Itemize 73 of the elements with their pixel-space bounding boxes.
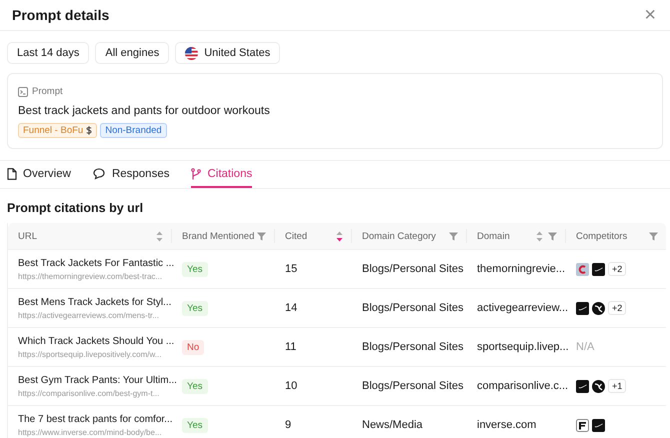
document-icon: [7, 168, 17, 180]
table-cell: comparisonlive.c...: [477, 380, 568, 392]
table-cell: activegearreview...: [477, 302, 568, 314]
status-pill: Yes: [182, 418, 208, 432]
column-header: Cited: [285, 230, 308, 242]
swoosh-icon: [592, 262, 605, 276]
table-cell: News/Media: [362, 419, 423, 431]
result-url: https://themorningreview.com/best-trac...: [18, 272, 162, 280]
table-cell: 11: [285, 341, 296, 353]
result-title[interactable]: The 7 best track pants for comfor...: [18, 414, 173, 424]
prompt-label: Prompt: [32, 86, 63, 97]
result-title[interactable]: Best Mens Track Jackets for Styl...: [18, 296, 172, 308]
filter-icon[interactable]: [649, 232, 658, 240]
cat-logo-icon: [592, 380, 605, 392]
status-pill: Yes: [182, 378, 208, 394]
table-cell: 15: [285, 263, 298, 275]
result-url: https://sportsequip.livepositively.com/w...: [18, 350, 162, 358]
swoosh-icon: [576, 302, 589, 314]
result-title[interactable]: Best Gym Track Pants: Your Ultim...: [18, 374, 177, 386]
count-badge: +2: [608, 301, 626, 315]
chat-icon: [92, 168, 106, 180]
table-cell: themorningrevie...: [477, 263, 566, 275]
column-header: Brand Mentioned: [182, 230, 254, 242]
table-cell: Blogs/Personal Sites: [362, 380, 464, 392]
result-url: https://comparisonlive.com/best-gym-t...: [18, 388, 160, 398]
filter-chip[interactable]: United States: [175, 42, 280, 64]
f-logo-icon: [576, 418, 589, 432]
count-badge: +2: [608, 262, 626, 276]
branch-icon: [191, 168, 202, 180]
table-cell: 9: [285, 419, 292, 431]
filter-chip[interactable]: All engines: [95, 42, 170, 64]
tab[interactable]: Overview: [7, 161, 71, 188]
count-badge: +1: [608, 379, 626, 393]
filter-chip[interactable]: Last 14 days: [7, 42, 90, 64]
filter-icon[interactable]: [257, 232, 266, 240]
table-cell: 14: [285, 302, 298, 314]
table-cell: Blogs/Personal Sites: [362, 302, 464, 314]
column-header: Domain: [477, 230, 510, 242]
status-pill: Yes: [182, 300, 208, 316]
column-header: URL: [18, 230, 38, 242]
swoosh-icon: [592, 418, 605, 432]
table-cell: Blogs/Personal Sites: [362, 341, 464, 353]
status-pill: No: [182, 340, 204, 354]
tab[interactable]: Responses: [92, 161, 170, 188]
table-cell: 10: [285, 380, 298, 392]
dollar-icon: [86, 126, 92, 135]
table-cell: inverse.com: [477, 419, 536, 431]
column-header: Domain Category: [362, 230, 436, 242]
column-header: Competitors: [576, 230, 628, 242]
tag: Non-Branded: [100, 123, 167, 138]
result-url: https://www.inverse.com/mind-body/be...: [18, 428, 162, 436]
result-title[interactable]: Which Track Jackets Should You ...: [18, 336, 174, 346]
swoosh-icon: [576, 380, 589, 392]
tab[interactable]: Citations: [191, 161, 252, 188]
tag: Funnel - BoFu: [18, 123, 98, 138]
sort-icon[interactable]: [536, 230, 543, 242]
prompt-text: Best track jackets and pants for outdoor workouts: [18, 105, 271, 117]
sort-icon[interactable]: [336, 230, 343, 242]
status-pill: Yes: [182, 262, 208, 276]
panel-title: Prompt details: [12, 7, 110, 23]
section-title: Prompt citations by url: [6, 200, 144, 217]
logo-icon: [576, 262, 589, 276]
table-cell: N/A: [576, 341, 594, 353]
table-cell: sportsequip.livep...: [477, 341, 569, 353]
terminal-icon: [18, 86, 28, 96]
table-cell: Blogs/Personal Sites: [362, 263, 464, 275]
result-url: https://activegearreviews.com/mens-tr...: [18, 310, 159, 320]
cat-logo-icon: [592, 302, 605, 314]
result-title[interactable]: Best Track Jackets For Fantastic ...: [18, 258, 174, 268]
filter-icon[interactable]: [548, 232, 557, 240]
sort-icon[interactable]: [156, 230, 163, 242]
close-button[interactable]: ×: [644, 5, 656, 25]
filter-icon[interactable]: [449, 232, 458, 240]
